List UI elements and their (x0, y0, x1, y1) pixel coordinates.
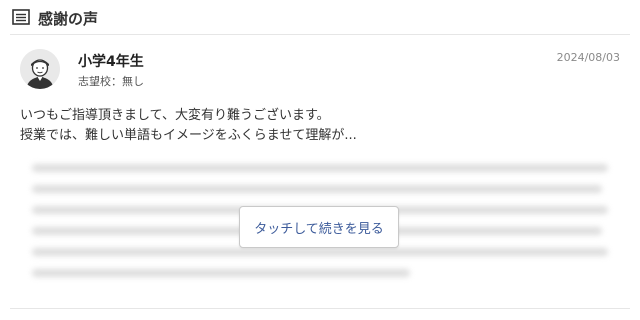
read-more-button[interactable]: タッチして続きを見る (239, 206, 399, 248)
student-avatar-icon (20, 49, 60, 89)
section-title: 感謝の声 (38, 10, 99, 28)
list-icon (12, 9, 30, 25)
header-divider (10, 34, 630, 35)
section-header: 感謝の声 (0, 0, 640, 34)
avatar (20, 49, 60, 89)
review-date: 2024/08/03 (556, 51, 620, 64)
blurred-line (32, 248, 608, 256)
review-line: いつもご指導頂きまして、大変有り難うございます。 (20, 108, 330, 123)
card-divider (10, 308, 630, 309)
review-text: いつもご指導頂きまして、大変有り難うございます。 授業では、難しい単語もイメージ… (20, 106, 620, 146)
blurred-line (32, 185, 602, 193)
student-grade: 小学4年生 (78, 54, 144, 70)
target-school: 志望校：無し (78, 75, 144, 88)
review-line: 授業では、難しい単語もイメージをふくらませて理解が... (20, 128, 357, 143)
blurred-line (32, 164, 608, 172)
blurred-line (32, 269, 410, 277)
